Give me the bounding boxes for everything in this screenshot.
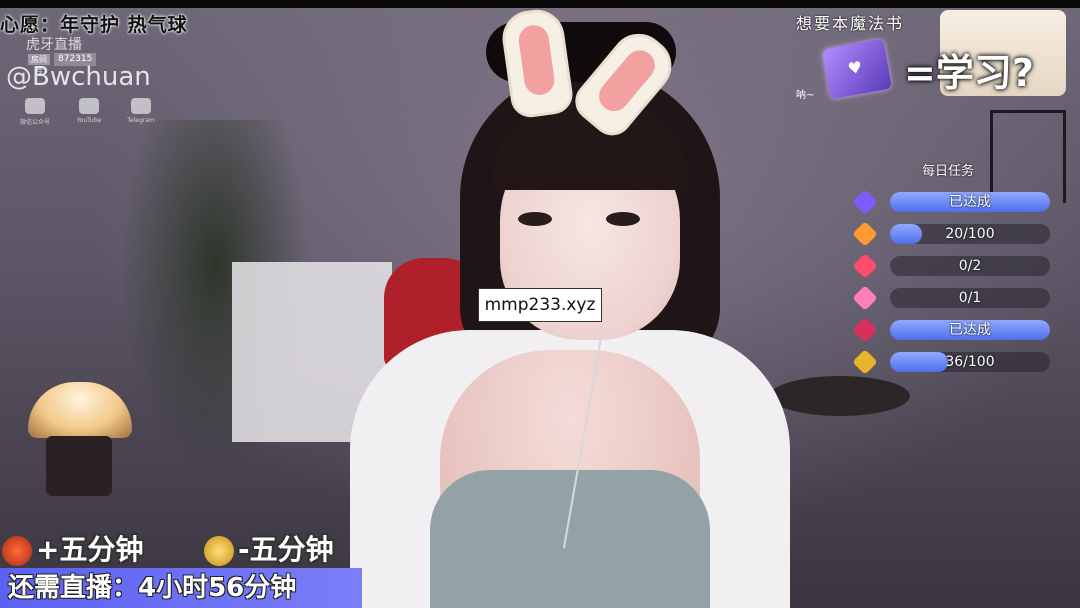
task-progress-text: 20/100 (945, 226, 995, 242)
right-eye (606, 212, 640, 226)
purple-gem-icon (852, 189, 878, 215)
task-progress-text: 已达成 (949, 322, 991, 338)
daily-task-row: 已达成 (852, 189, 1052, 215)
left-eye (518, 212, 552, 226)
task-progress-track: 0/1 (890, 288, 1050, 308)
task-gem-shape (852, 317, 878, 343)
task-progress-text: 36/100 (945, 354, 995, 370)
daily-task-row: 0/1 (852, 285, 1052, 311)
book-mumble: 呐~ (796, 90, 815, 101)
social-label: 微信公众号 (19, 119, 50, 126)
remaining-time-banner: 还需直播：4小时56分钟 (0, 568, 362, 608)
stream-frame: 心愿：年守护 热气球 虎牙直播 房间号 872315 @Bwchuan 微信公众… (0, 0, 1080, 608)
streamer-handle: @Bwchuan (6, 62, 151, 92)
rule-add-text: +五分钟 (36, 533, 144, 566)
rule-add: +五分钟 (2, 528, 143, 568)
social-telegram: Telegram (124, 98, 158, 128)
platform-logo: 虎牙直播 (26, 37, 82, 53)
daily-task-row: 20/100 (852, 221, 1052, 247)
lamp-base (46, 436, 112, 496)
task-gem-shape (852, 285, 878, 311)
telegram-icon (131, 98, 151, 114)
rule-sub-text: -五分钟 (238, 533, 334, 566)
magic-book-icon (822, 38, 892, 100)
social-label: Telegram (127, 117, 155, 124)
task-progress-text: 0/1 (958, 290, 982, 306)
task-gem-shape (852, 349, 878, 375)
wish-text: 心愿：年守护 热气球 (0, 14, 188, 36)
book-equation: =学习? (904, 51, 1034, 95)
task-gem-shape (852, 189, 878, 215)
grey-tank-top (430, 470, 710, 608)
task-progress-track: 20/100 (890, 224, 1050, 244)
task-progress-track: 已达成 (890, 320, 1050, 340)
top-letterbox (0, 0, 1080, 8)
task-progress-text: 已达成 (949, 194, 991, 210)
pink-flower-icon (852, 285, 878, 311)
trophy-icon (204, 536, 234, 566)
task-progress-text: 0/2 (958, 258, 982, 274)
daily-task-title: 每日任务 (922, 164, 975, 179)
trophy-icon (852, 349, 878, 375)
youtube-icon (79, 98, 99, 114)
social-youtube: YouTube (72, 98, 106, 128)
task-gem-shape (852, 253, 878, 279)
task-progress-track: 已达成 (890, 192, 1050, 212)
daily-task-row: 0/2 (852, 253, 1052, 279)
social-wechat: 微信公众号 (18, 98, 52, 128)
task-progress-track: 0/2 (890, 256, 1050, 276)
red-gem-icon (852, 253, 878, 279)
rule-sub: -五分钟 (204, 528, 334, 568)
social-label: YouTube (76, 117, 102, 124)
side-table (770, 376, 910, 416)
task-gem-shape (852, 221, 878, 247)
orange-gem-icon (852, 221, 878, 247)
book-panel-title: 想要本魔法书 (796, 14, 905, 33)
rose-icon (852, 317, 878, 343)
daily-task-row: 已达成 (852, 317, 1052, 343)
daily-task-row: 36/100 (852, 349, 1052, 375)
potion-icon (2, 536, 32, 566)
task-progress-track: 36/100 (890, 352, 1050, 372)
site-watermark: mmp233.xyz (478, 288, 602, 322)
wechat-icon (25, 98, 45, 114)
